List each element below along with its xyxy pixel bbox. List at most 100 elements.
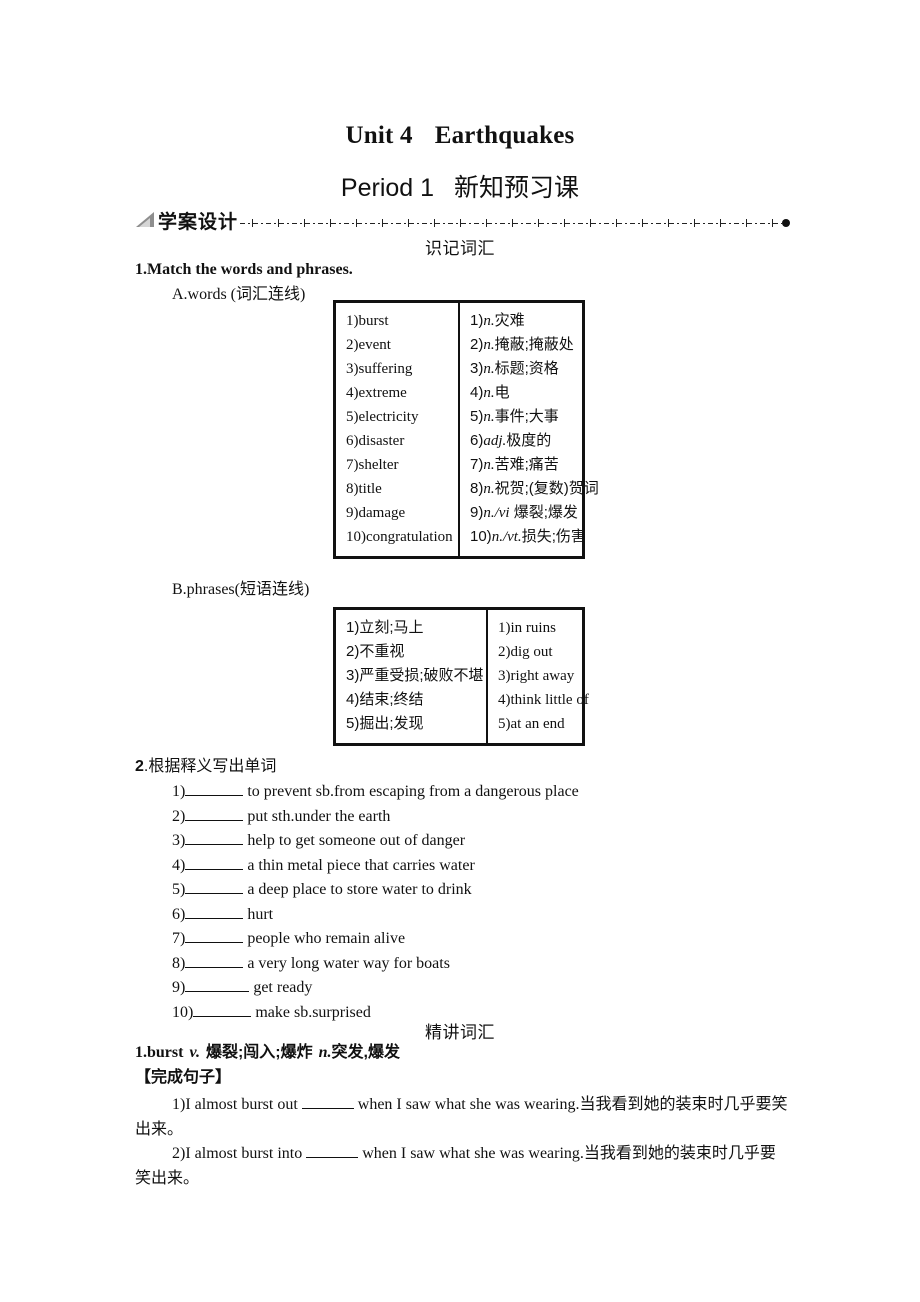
words-row-chinese: 3)n.标题;资格	[470, 357, 580, 381]
period-title: Period 1 新知预习课	[0, 168, 920, 204]
answer-blank[interactable]	[185, 807, 244, 821]
words-row-number: 6)	[470, 432, 484, 449]
entry-number: 1.	[135, 1044, 147, 1061]
words-row-gloss: 掩蔽;掩蔽处	[494, 336, 574, 353]
words-row-chinese: 6)adj.极度的	[470, 429, 580, 453]
banner: 学案设计	[136, 207, 800, 233]
words-row-gloss: 祝贺;(复数)贺词	[494, 480, 599, 497]
phrases-matching-table: 1)立刻;马上 2)不重视 3)严重受损;破败不堪 4)结束;终结 5)掘出;发现 1)…	[333, 607, 589, 746]
period-number: Period 1	[340, 174, 435, 202]
words-row-number: 3)	[470, 360, 484, 377]
definition-item-number: 4)	[172, 856, 186, 874]
exercise1-label: 1.Match the words and phrases.	[135, 261, 353, 278]
answer-blank[interactable]	[185, 978, 250, 992]
answer-blank[interactable]	[306, 1144, 359, 1158]
unit-name: Earthquakes	[434, 122, 575, 149]
words-row-english: 1)burst	[346, 313, 389, 329]
exercise1-part-a-label: A.words (词汇连线)	[172, 286, 306, 303]
banner-title: 学案设计	[158, 212, 239, 233]
answer-blank[interactable]	[301, 1095, 354, 1109]
words-row-pos: n.	[483, 457, 495, 473]
words-row-chinese: 1)n.灾难	[470, 309, 580, 333]
entry-gloss-1: 爆裂;闯入;爆炸	[205, 1044, 313, 1061]
words-row-gloss: 事件;大事	[494, 408, 559, 425]
words-row-english: 6)disaster	[346, 433, 405, 449]
words-row-number: 2)	[470, 336, 484, 353]
definition-item-text: help to get someone out of danger	[243, 832, 466, 849]
phrases-row-chinese: 3)严重受损;破败不堪	[346, 667, 484, 684]
exercise1-part-b-label: B.phrases(短语连线)	[172, 581, 310, 598]
words-row-english: 9)damage	[346, 505, 406, 521]
phrases-row-chinese: 4)结束;终结	[346, 691, 424, 708]
phrases-row-english: 5)at an end	[498, 716, 565, 732]
definition-item-number: 7)	[172, 930, 186, 947]
words-row-number: 10)	[470, 528, 492, 545]
phrases-row-english: 2)dig out	[498, 644, 553, 660]
definition-item: 6) hurt	[172, 903, 872, 928]
answer-blank[interactable]	[185, 782, 244, 796]
words-row-number: 7)	[470, 456, 484, 473]
definition-item-text: hurt	[243, 905, 274, 923]
period-name: 新知预习课	[454, 174, 580, 202]
sentence-text-before: I almost burst into	[185, 1145, 307, 1162]
entry-pos-2: n.	[318, 1044, 332, 1061]
sentence-text-before: I almost burst out	[185, 1096, 302, 1113]
words-row-pos: n./vt.	[491, 529, 522, 545]
words-row-english: 10)congratulation	[346, 529, 453, 545]
sentence-number: 2)	[172, 1145, 186, 1162]
unit-number: Unit 4	[345, 122, 413, 149]
definition-item-number: 8)	[172, 954, 186, 972]
answer-blank[interactable]	[185, 856, 244, 870]
exercise2-number: 2	[135, 758, 144, 775]
answer-blank[interactable]	[185, 880, 244, 894]
practice-sentence-2: 2)I almost burst into when I saw what sh…	[135, 1141, 790, 1191]
phrases-row-chinese: 2)不重视	[346, 643, 405, 660]
exercise2-label-text: .根据释义写出单词	[143, 758, 277, 775]
words-row-gloss: 苦难;痛苦	[494, 456, 559, 473]
exercise2-label: 2.根据释义写出单词	[135, 757, 276, 777]
vocab-entry-burst: 1.burst v. 爆裂;闯入;爆炸 n.突发,爆发	[135, 1038, 400, 1062]
words-row-chinese: 7)n.苦难;痛苦	[470, 453, 580, 477]
definition-item-number: 6)	[172, 905, 186, 923]
phrases-row-english: 4)think little of	[498, 692, 589, 708]
words-row-pos: n.	[483, 385, 495, 401]
definition-item: 9) get ready	[172, 976, 872, 1001]
words-row-chinese: 2)n.掩蔽;掩蔽处	[470, 333, 580, 357]
definition-item-number: 3)	[172, 832, 186, 849]
words-row-english: 3)suffering	[346, 361, 413, 377]
answer-blank[interactable]	[185, 831, 244, 845]
banner-tick-marks	[240, 219, 782, 227]
words-row-pos: n.	[483, 481, 495, 497]
page-title: Unit 4 Earthquakes	[0, 122, 920, 150]
sentence-number: 1)	[172, 1096, 186, 1113]
definition-item: 2) put sth.under the earth	[172, 805, 872, 830]
answer-blank[interactable]	[185, 905, 244, 919]
phrases-row-chinese: 5)掘出;发现	[346, 715, 424, 732]
entry-pos-1: v.	[189, 1044, 200, 1061]
words-row-pos: n./vi	[483, 505, 510, 521]
words-row-pos: n.	[483, 313, 495, 329]
definition-item: 1) to prevent sb.from escaping from a da…	[172, 780, 872, 805]
banner-end-dot-icon	[782, 219, 790, 227]
definition-item-number: 9)	[172, 979, 186, 996]
definition-item-text: a thin metal piece that carries water	[243, 856, 475, 874]
answer-blank[interactable]	[185, 929, 244, 943]
definition-item-text: get ready	[249, 979, 313, 996]
words-row-english: 2)event	[346, 337, 391, 353]
definition-item-text: people who remain alive	[243, 930, 406, 947]
phrases-column-english: 1)in ruins 2)dig out 3)right away 4)think l…	[488, 610, 589, 743]
words-row-english: 4)extreme	[346, 385, 407, 401]
worksheet-page: Unit 4 Earthquakes Period 1 新知预习课 学案设计 识记词…	[0, 0, 920, 1302]
phrases-column-chinese: 1)立刻;马上 2)不重视 3)严重受损;破败不堪 4)结束;终结 5)掘出;发现	[336, 610, 488, 743]
definition-item-text: a deep place to store water to drink	[243, 881, 472, 898]
practice-sentence-1: 1)I almost burst out when I saw what she…	[135, 1092, 790, 1142]
words-row-number: 9)	[470, 504, 484, 521]
answer-blank[interactable]	[185, 954, 244, 968]
words-row-chinese: 10)n./vt.损失;伤害	[470, 525, 586, 549]
definition-item-number: 2)	[172, 807, 186, 825]
words-matching-table: 1)burst 2)event 3)suffering 4)extreme 5)elec…	[333, 300, 599, 559]
words-row-number: 8)	[470, 480, 484, 497]
answer-blank[interactable]	[193, 1003, 252, 1017]
definition-item: 5) a deep place to store water to drink	[172, 878, 872, 903]
words-row-gloss: 电	[494, 384, 510, 401]
